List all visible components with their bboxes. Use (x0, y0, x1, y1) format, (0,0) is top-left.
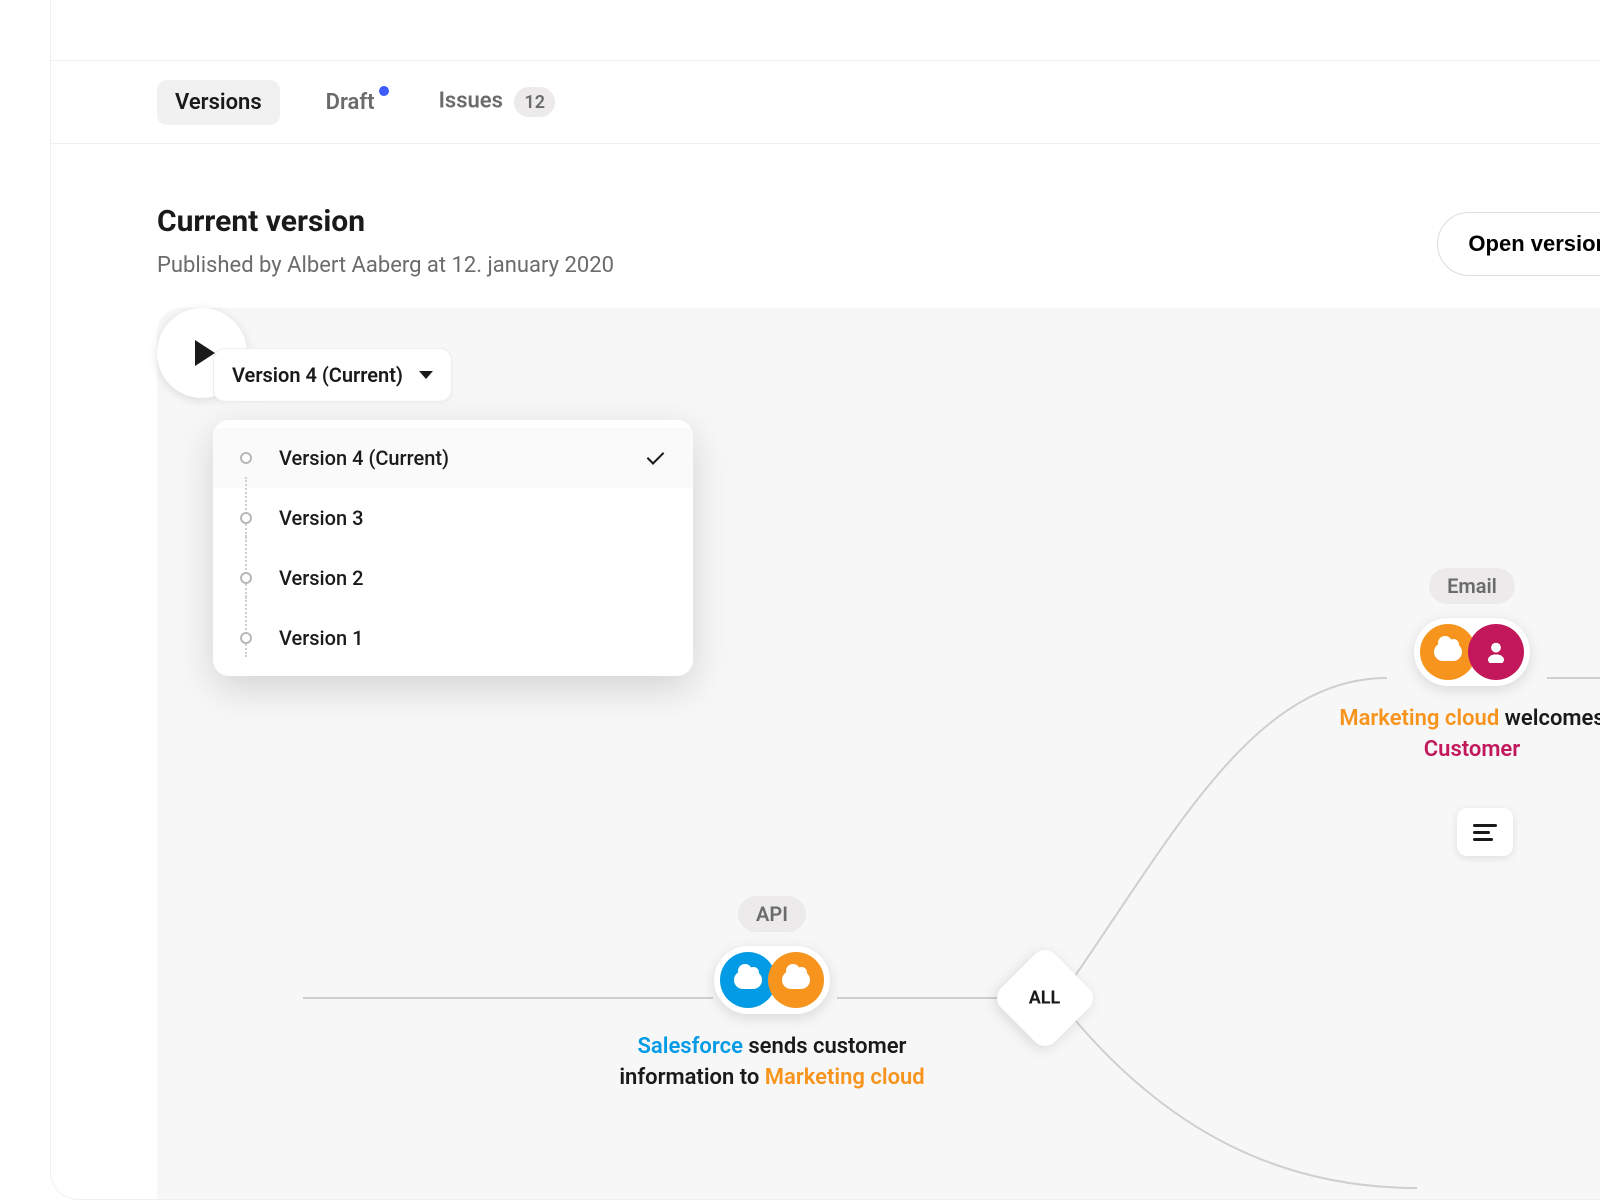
node-avatar-pair (714, 946, 830, 1014)
email-node[interactable]: Email Marketing cloud welcomes Customer (1307, 568, 1600, 766)
version-option-label: Version 2 (279, 566, 667, 590)
issues-count-badge: 12 (514, 87, 555, 117)
notes-icon (1473, 820, 1497, 845)
timeline-dot-icon (240, 572, 252, 584)
version-option[interactable]: Version 2 (213, 548, 693, 608)
play-icon (195, 340, 215, 366)
timeline-dot-icon (240, 512, 252, 524)
version-select-label: Version 4 (Current) (232, 363, 403, 387)
timeline-dot-icon (240, 632, 252, 644)
open-version-button[interactable]: Open version (1437, 212, 1600, 276)
node-badge: API (738, 896, 806, 932)
caption-object: Marketing cloud (765, 1065, 925, 1090)
decision-label: ALL (1029, 987, 1061, 1008)
flow-canvas[interactable]: Version 4 (Current) Version 4 (Current) … (157, 308, 1600, 1200)
caption-subject: Salesforce (638, 1034, 743, 1059)
tab-issues[interactable]: Issues 12 (421, 77, 561, 127)
node-caption: Salesforce sends customer information to… (617, 1032, 927, 1094)
version-option[interactable]: Version 4 (Current) (213, 428, 693, 488)
node-badge: Email (1429, 568, 1515, 604)
page-title: Current version (157, 204, 614, 239)
tab-draft[interactable]: Draft (308, 80, 393, 125)
salesforce-icon (768, 952, 824, 1008)
tabs-row: Versions Draft Issues 12 (51, 60, 1600, 144)
note-button[interactable] (1457, 808, 1513, 856)
node-avatar-pair (1414, 618, 1530, 686)
timeline-dot-icon (240, 452, 252, 464)
caption-verb: welcomes (1499, 706, 1600, 731)
version-option-label: Version 1 (279, 626, 667, 650)
person-icon (1468, 624, 1524, 680)
published-by-line: Published by Albert Aaberg at 12. januar… (157, 253, 614, 278)
version-option-label: Version 3 (279, 506, 667, 530)
tab-versions[interactable]: Versions (157, 80, 280, 125)
version-select[interactable]: Version 4 (Current) (213, 348, 452, 402)
page-header: Current version Published by Albert Aabe… (51, 144, 1600, 308)
unsaved-dot-icon (379, 86, 389, 96)
tab-draft-label: Draft (326, 90, 375, 115)
version-option[interactable]: Version 1 (213, 608, 693, 668)
node-caption: Marketing cloud welcomes Customer (1307, 704, 1600, 766)
left-rail (0, 0, 50, 1200)
main-panel: Versions Draft Issues 12 Current version… (50, 0, 1600, 1200)
version-option-label: Version 4 (Current) (279, 446, 647, 470)
caption-subject: Marketing cloud (1339, 706, 1499, 731)
check-icon (647, 448, 667, 468)
version-dropdown: Version 4 (Current) Version 3 Version 2 … (213, 420, 693, 676)
decision-node[interactable]: ALL (991, 944, 1098, 1051)
tab-issues-label: Issues (439, 89, 503, 114)
caption-object: Customer (1424, 737, 1520, 762)
caret-down-icon (419, 371, 433, 379)
api-node[interactable]: API Salesforce sends customer informatio… (617, 896, 927, 1094)
version-option[interactable]: Version 3 (213, 488, 693, 548)
